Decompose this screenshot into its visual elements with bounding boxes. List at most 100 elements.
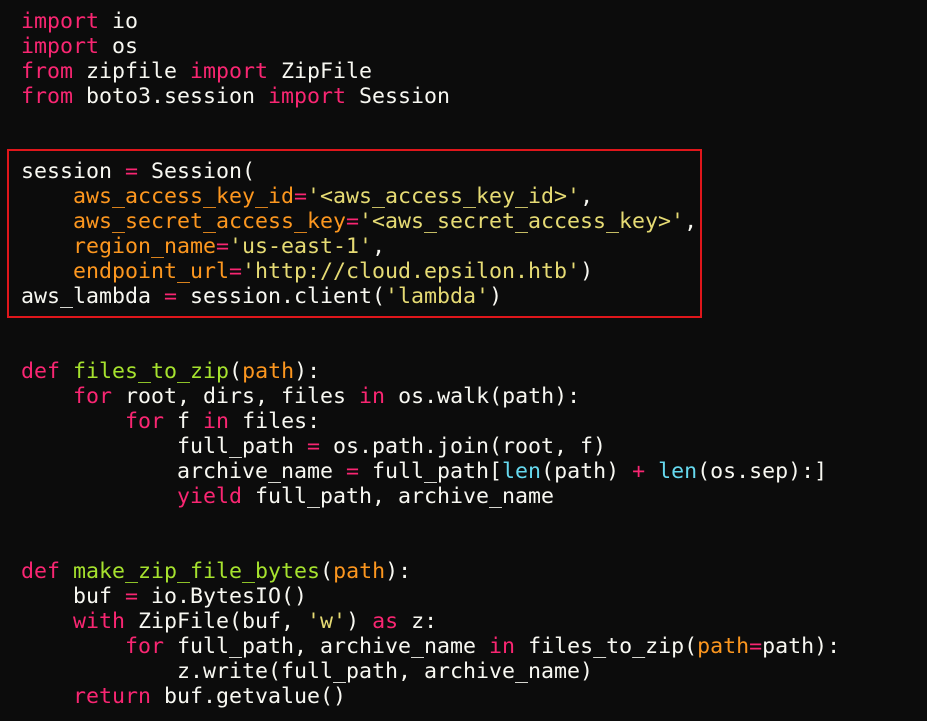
code-token: from: [21, 59, 74, 84]
code-token: full_path[: [359, 459, 503, 484]
code-token: endpoint_url: [73, 259, 230, 284]
code-token: z.write(full_path, archive_name): [21, 659, 594, 684]
code-token: ,: [684, 209, 698, 234]
code-token: archive_name: [21, 459, 347, 484]
code-token: return: [73, 684, 152, 709]
code-token: ZipFile: [268, 59, 373, 84]
code-line: endpoint_url='http://cloud.epsilon.htb'): [21, 259, 840, 284]
code-token: =: [346, 209, 360, 234]
code-token: for: [125, 634, 165, 659]
code-token: =: [346, 459, 360, 484]
code-line: def files_to_zip(path):: [21, 359, 840, 384]
code-token: (: [320, 559, 334, 584]
code-token: path: [333, 559, 386, 584]
code-line: aws_access_key_id='<aws_access_key_id>',: [21, 184, 840, 209]
code-token: os.path.join(root, f): [320, 434, 607, 459]
code-line: aws_secret_access_key='<aws_secret_acces…: [21, 209, 840, 234]
code-line: return buf.getvalue(): [21, 684, 840, 709]
code-line: z.write(full_path, archive_name): [21, 659, 840, 684]
code-token: =: [229, 259, 243, 284]
code-token: =: [307, 434, 321, 459]
code-token: session.client(: [177, 284, 386, 309]
code-token: path: [242, 359, 295, 384]
code-line: def make_zip_file_bytes(path):: [21, 559, 840, 584]
code-token: session: [21, 159, 126, 184]
code-token: ): [346, 609, 373, 634]
code-token: ,: [372, 234, 386, 259]
code-token: with: [73, 609, 126, 634]
code-token: full_path: [21, 434, 308, 459]
code-token: ,: [580, 184, 594, 209]
code-token: files_to_zip: [73, 359, 230, 384]
code-line: with ZipFile(buf, 'w') as z:: [21, 609, 840, 634]
code-token: os: [99, 34, 139, 59]
code-line: session = Session(: [21, 159, 840, 184]
code-line: for root, dirs, files in os.walk(path):: [21, 384, 840, 409]
code-token: aws_lambda: [21, 284, 165, 309]
code-line: aws_lambda = session.client('lambda'): [21, 284, 840, 309]
code-token: import: [190, 59, 269, 84]
code-token: (os.sep):]: [697, 459, 828, 484]
code-token: buf: [21, 584, 126, 609]
code-line: for full_path, archive_name in files_to_…: [21, 634, 840, 659]
code-token: aws_access_key_id: [73, 184, 295, 209]
code-token: files:: [229, 409, 321, 434]
code-line: yield full_path, archive_name: [21, 484, 840, 509]
code-token: from: [21, 84, 74, 109]
code-line: import io: [21, 9, 840, 34]
code-token: z:: [398, 609, 438, 634]
code-token: +: [632, 459, 646, 484]
code-token: ):: [294, 359, 321, 384]
code-line: buf = io.BytesIO(): [21, 584, 840, 609]
code-token: len: [658, 459, 698, 484]
code-editor: import io import os from zipfile import Zi…: [0, 0, 927, 721]
code-token: in: [359, 384, 386, 409]
code-token: 'http://cloud.epsilon.htb': [242, 259, 581, 284]
code-token: path: [697, 634, 750, 659]
code-block: import io import os from zipfile import Zi…: [21, 9, 840, 709]
code-token: import: [268, 84, 347, 109]
code-token: (: [229, 359, 243, 384]
code-token: =: [216, 234, 230, 259]
code-token: =: [125, 584, 139, 609]
code-token: as: [372, 609, 399, 634]
code-token: 'us-east-1': [229, 234, 373, 259]
code-token: def: [21, 559, 61, 584]
code-token: path):: [762, 634, 841, 659]
code-line: archive_name = full_path[len(path) + len…: [21, 459, 840, 484]
code-line: from zipfile import ZipFile: [21, 59, 840, 84]
code-token: len: [502, 459, 542, 484]
code-token: ZipFile(buf,: [125, 609, 308, 634]
code-token: aws_secret_access_key: [73, 209, 347, 234]
code-token: 'lambda': [385, 284, 490, 309]
code-token: full_path, archive_name: [164, 634, 490, 659]
code-token: io: [99, 9, 139, 34]
code-token: yield: [177, 484, 243, 509]
code-token: =: [294, 184, 308, 209]
code-line: from boto3.session import Session: [21, 84, 840, 109]
code-token: os.walk(path):: [385, 384, 581, 409]
code-token: Session: [346, 84, 451, 109]
code-token: zipfile: [73, 59, 191, 84]
code-token: boto3.session: [73, 84, 269, 109]
code-token: '<aws_access_key_id>': [307, 184, 581, 209]
code-token: ): [580, 259, 594, 284]
code-token: 'w': [307, 609, 347, 634]
code-token: buf.getvalue(): [151, 684, 347, 709]
code-token: (path): [541, 459, 633, 484]
code-token: def: [21, 359, 61, 384]
code-token: '<aws_secret_access_key>': [359, 209, 685, 234]
code-line: for f in files:: [21, 409, 840, 434]
code-token: for: [73, 384, 113, 409]
